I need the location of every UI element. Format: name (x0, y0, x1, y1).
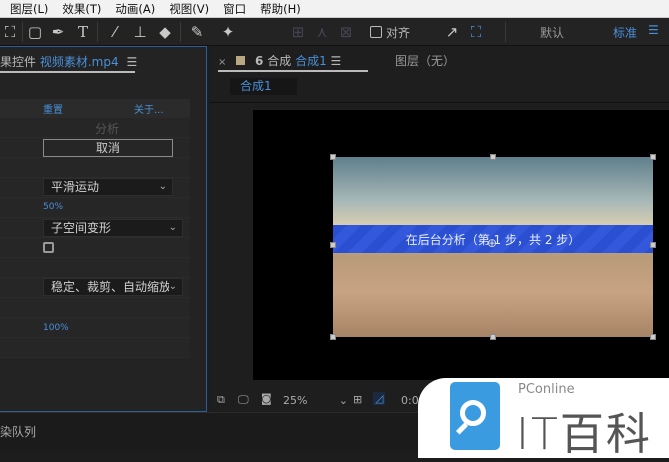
workspace-menu-icon[interactable]: ☰ (648, 23, 659, 37)
monitor-icon[interactable]: 🖵 (238, 393, 249, 407)
workspace-default[interactable]: 默认 (540, 24, 564, 41)
menu-effect[interactable]: 效果(T) (62, 1, 101, 17)
axis-local-icon[interactable]: ⊞ (288, 22, 308, 42)
axis-view-icon[interactable]: ⊠ (336, 22, 356, 42)
tab-comp-name: 合成1 (295, 54, 327, 68)
resize-handle[interactable] (490, 154, 496, 160)
checkbox[interactable] (43, 242, 54, 253)
watermark-name: IT百科 (516, 409, 652, 460)
chevron-down-icon: ⌄ (168, 279, 177, 295)
resize-handle[interactable] (330, 334, 336, 340)
color-label-icon (236, 56, 246, 65)
snap-checkbox[interactable] (370, 26, 382, 38)
pen-tool-icon[interactable]: ✒ (48, 22, 68, 42)
watermark-brand: PConline (518, 382, 575, 397)
eraser-tool-icon[interactable]: ◆ (155, 22, 175, 42)
rectangle-tool-icon[interactable]: ▢ (25, 22, 45, 42)
roto-brush-icon[interactable]: ✎ (187, 22, 207, 42)
resize-handle[interactable] (330, 242, 336, 248)
method-dropdown[interactable]: 子空间变形 ⌄ (43, 219, 183, 237)
region-icon[interactable]: ⊞ (353, 393, 362, 406)
chevron-down-icon: ⌄ (168, 222, 177, 233)
reset-link[interactable]: 重置 (43, 101, 63, 116)
puppet-pin-icon[interactable]: ✦ (218, 22, 238, 42)
stabilize-result-dropdown[interactable]: 平滑运动 ⌄ (43, 178, 173, 196)
watermark: PConline IT百科 (418, 378, 669, 460)
comp-tab[interactable]: × 6 合成 合成1 ☰ (218, 52, 368, 72)
row: 100% (0, 318, 190, 338)
dropdown-value: 子空间变形 (51, 221, 112, 235)
file-name: 视频素材.mp4 (39, 55, 119, 69)
row (0, 238, 190, 258)
cancel-button[interactable]: 取消 (43, 139, 173, 157)
smoothness-value[interactable]: 50% (43, 202, 63, 212)
anchor-point-icon[interactable]: ⊕ (487, 236, 497, 250)
clone-stamp-icon[interactable]: ⊥ (130, 22, 150, 42)
watermark-logo-icon (450, 382, 500, 450)
effect-controls-panel: 果控件 视频素材.mp4 ☰ 重置 关于... 分析 取消 平滑运动 ⌄ 50% … (0, 46, 207, 412)
divider (22, 22, 23, 42)
zoom-dropdown[interactable]: 25% ⌄ (283, 394, 348, 407)
menu-window[interactable]: 窗口 (223, 1, 246, 17)
vr-goggles-icon[interactable]: ◙ (261, 392, 272, 405)
header-row: 重置 关于... (0, 99, 190, 118)
menu-view[interactable]: 视图(V) (169, 1, 209, 17)
axis-world-icon[interactable]: ⋏ (312, 22, 332, 42)
panel-menu-icon[interactable]: ☰ (331, 54, 342, 68)
snap-arrow-icon[interactable]: ↗ (442, 22, 462, 42)
snap-grid-icon[interactable]: ⛶ (466, 22, 486, 42)
menu-animation[interactable]: 动画(A) (115, 1, 155, 17)
row: 分析 (0, 118, 190, 138)
resize-handle[interactable] (490, 334, 496, 340)
zoom-tool-icon[interactable]: ⛶ (0, 22, 20, 42)
row (0, 158, 190, 178)
resize-handle[interactable] (650, 242, 656, 248)
dropdown-value: 平滑运动 (51, 180, 100, 194)
chevron-down-icon: ⌄ (158, 181, 167, 192)
analyze-button[interactable]: 分析 (95, 120, 119, 137)
scale-value[interactable]: 100% (43, 323, 69, 333)
divider (505, 22, 506, 42)
snapshot-icon[interactable]: ⧉ (217, 393, 225, 407)
resize-handle[interactable] (330, 154, 336, 160)
render-queue-tab[interactable]: 染队列 (0, 423, 36, 440)
about-link[interactable]: 关于... (134, 101, 164, 116)
zoom-value: 25% (283, 394, 308, 407)
close-icon[interactable]: × (218, 57, 226, 68)
tab-label: 合成 (267, 54, 292, 68)
transparency-grid-icon[interactable]: ◿ (373, 392, 386, 405)
lock-icon[interactable]: 6 (255, 54, 263, 68)
menu-help[interactable]: 帮助(H) (260, 1, 301, 17)
text-tool-icon[interactable]: T (73, 22, 93, 42)
toolbar: ⛶ ▢ ✒ T ⁄ ⊥ ◆ ✎ ✦ ⊞ ⋏ ⊠ 对齐 ↗ ⛶ 默认 标准 ☰ (0, 18, 669, 46)
row: 50% (0, 198, 190, 218)
timecode[interactable]: 0:0 (401, 394, 419, 407)
workspace-standard[interactable]: 标准 (613, 24, 637, 41)
dropdown-value: 稳定、裁剪、自动缩放 (51, 280, 172, 294)
resize-handle[interactable] (650, 334, 656, 340)
row (0, 338, 190, 358)
resize-handle[interactable] (650, 154, 656, 160)
panel-title: 果控件 (0, 55, 37, 69)
row (0, 258, 190, 278)
row (0, 298, 190, 318)
divider (210, 102, 669, 103)
divider (180, 22, 181, 42)
snap-label: 对齐 (386, 26, 411, 40)
layer-tab[interactable]: 图层（无） (395, 52, 455, 69)
divider (97, 22, 98, 42)
panel-menu-icon[interactable]: ☰ (126, 55, 137, 69)
framing-dropdown[interactable]: 稳定、裁剪、自动缩放 ⌄ (43, 278, 183, 296)
brush-tool-icon[interactable]: ⁄ (105, 22, 125, 42)
menu-bar: 图层(L) 效果(T) 动画(A) 视图(V) 窗口 帮助(H) (0, 0, 669, 18)
menu-layer[interactable]: 图层(L) (10, 1, 48, 17)
panel-tab[interactable]: 果控件 视频素材.mp4 ☰ (0, 53, 137, 73)
chevron-down-icon: ⌄ (338, 394, 348, 407)
comp-subtab[interactable]: 合成1 (230, 78, 297, 95)
